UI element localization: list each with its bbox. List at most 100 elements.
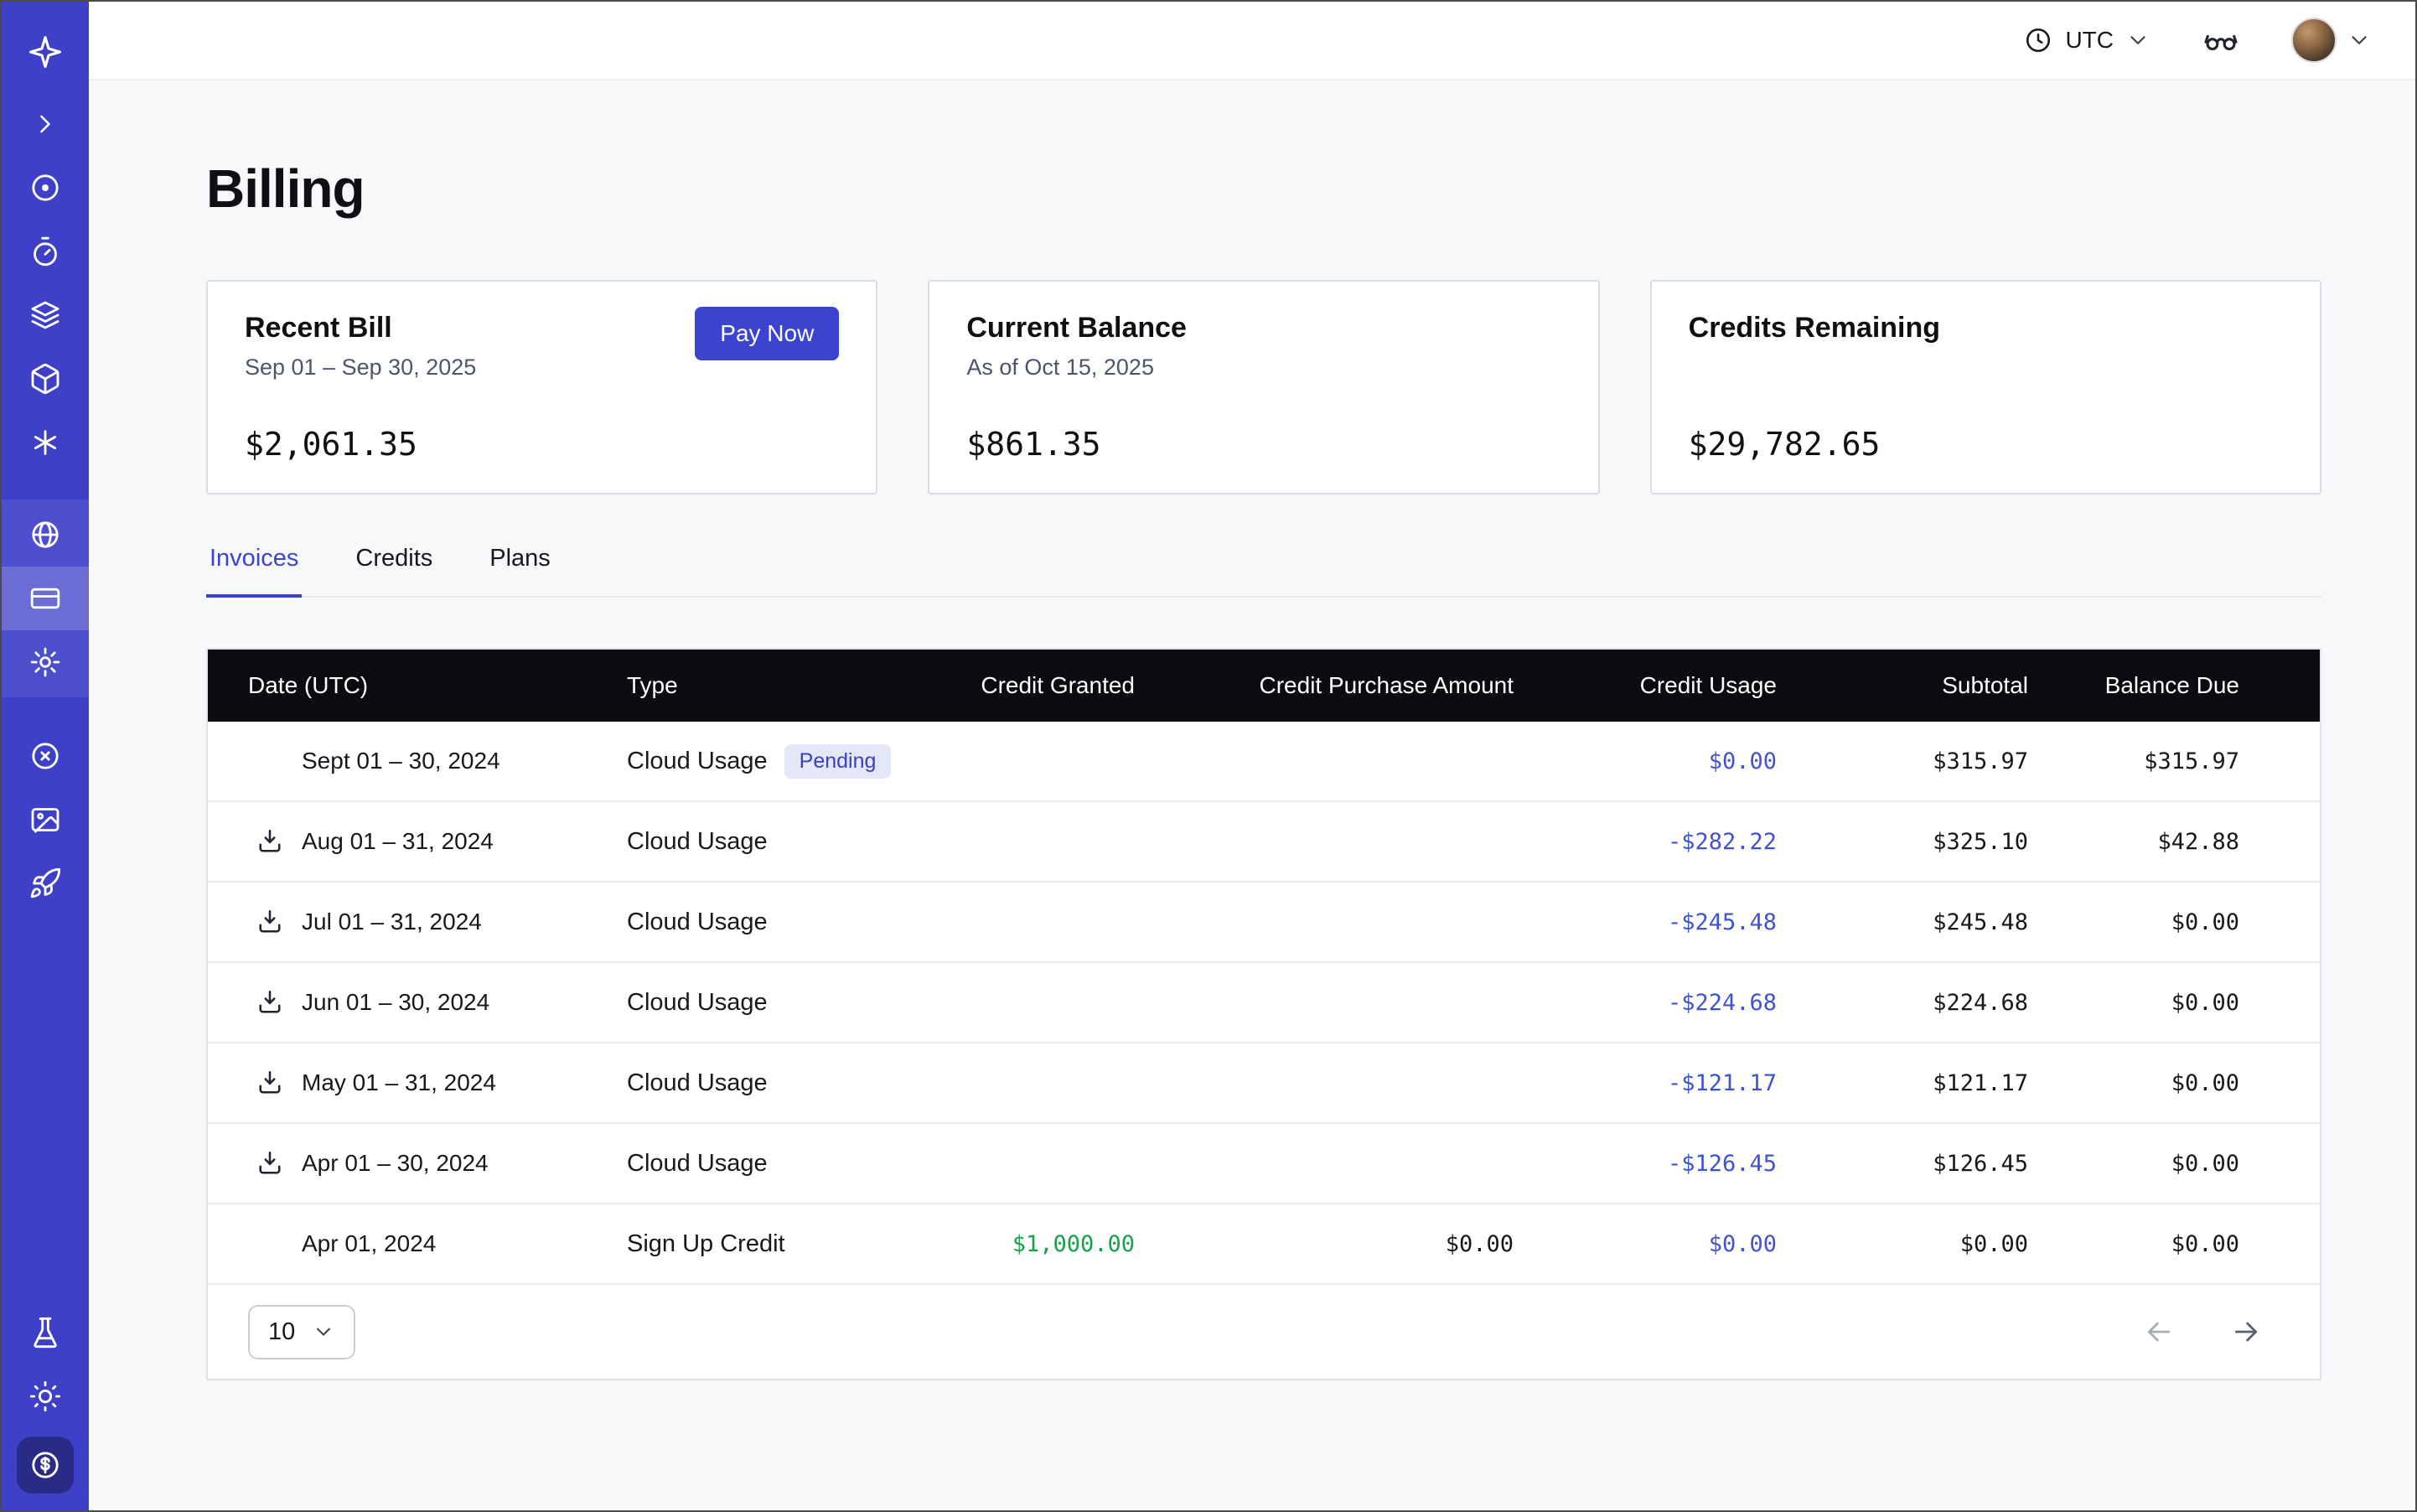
app-window: UTC Billing Recent Bill Sep 01 – Sep 30,… bbox=[0, 0, 2417, 1512]
package-icon bbox=[28, 362, 62, 396]
invoice-date: Apr 01 – 30, 2024 bbox=[302, 1150, 489, 1177]
download-invoice-button[interactable] bbox=[255, 907, 285, 937]
subtotal-value: $245.48 bbox=[1777, 909, 2028, 935]
sidebar-item-labs[interactable] bbox=[15, 1302, 75, 1363]
table-row: Apr 01 – 30, 2024 Cloud Usage -$126.45 $… bbox=[208, 1124, 2320, 1204]
sidebar-item-stopped[interactable] bbox=[15, 726, 75, 786]
chevron-down-icon bbox=[2347, 28, 2372, 53]
credit-usage-value: $0.00 bbox=[1514, 1231, 1777, 1257]
sidebar-item-settings[interactable] bbox=[2, 630, 89, 694]
sidebar-billing-group bbox=[2, 500, 89, 697]
card-title: Current Balance bbox=[966, 312, 1187, 344]
page-size-value: 10 bbox=[268, 1318, 295, 1346]
invoice-date: May 01 – 31, 2024 bbox=[302, 1069, 496, 1096]
invoice-type: Cloud Usage bbox=[627, 748, 768, 775]
sidebar-item-billing[interactable] bbox=[2, 567, 89, 630]
pagination bbox=[2142, 1315, 2280, 1349]
download-invoice-button[interactable] bbox=[255, 1068, 285, 1098]
page-title: Billing bbox=[206, 158, 2321, 220]
table-row: Sept 01 – 30, 2024 Cloud Usage Pending $… bbox=[208, 722, 2320, 802]
subtotal-value: $126.45 bbox=[1777, 1151, 2028, 1177]
table-footer: 10 bbox=[208, 1285, 2320, 1379]
balance-due-value: $0.00 bbox=[2028, 990, 2320, 1016]
glasses-icon bbox=[2202, 22, 2239, 59]
balance-due-value: $315.97 bbox=[2028, 748, 2320, 774]
previous-page-button[interactable] bbox=[2142, 1315, 2176, 1349]
asterisk-icon bbox=[28, 426, 62, 459]
credit-usage-value: $0.00 bbox=[1514, 748, 1777, 774]
invoice-type: Cloud Usage bbox=[627, 828, 768, 856]
table-row: Jul 01 – 31, 2024 Cloud Usage -$245.48 $… bbox=[208, 883, 2320, 963]
balance-due-value: $0.00 bbox=[2028, 1231, 2320, 1257]
download-invoice-button[interactable] bbox=[255, 987, 285, 1017]
next-page-button[interactable] bbox=[2229, 1315, 2263, 1349]
billing-tabs: Invoices Credits Plans bbox=[206, 545, 2321, 598]
logo-sparkle-icon[interactable] bbox=[15, 22, 75, 82]
sun-icon bbox=[28, 1380, 62, 1413]
account-menu[interactable] bbox=[2291, 18, 2372, 63]
credit-usage-value: -$282.22 bbox=[1514, 829, 1777, 855]
invoice-date: Jul 01 – 31, 2024 bbox=[302, 909, 482, 935]
invoice-date: Aug 01 – 31, 2024 bbox=[302, 828, 494, 855]
invoice-date: Sept 01 – 30, 2024 bbox=[302, 748, 500, 774]
topbar: UTC bbox=[89, 2, 2415, 80]
table-row: Jun 01 – 30, 2024 Cloud Usage -$224.68 $… bbox=[208, 963, 2320, 1043]
invoice-type: Cloud Usage bbox=[627, 909, 768, 936]
timezone-selector[interactable]: UTC bbox=[2023, 25, 2150, 55]
invoices-table-header: Date (UTC) Type Credit Granted Credit Pu… bbox=[208, 650, 2320, 722]
download-invoice-button[interactable] bbox=[255, 1148, 285, 1178]
current-balance-amount: $861.35 bbox=[966, 426, 1560, 463]
tab-invoices[interactable]: Invoices bbox=[206, 545, 302, 598]
table-row: Aug 01 – 31, 2024 Cloud Usage -$282.22 $… bbox=[208, 802, 2320, 883]
tab-credits[interactable]: Credits bbox=[352, 545, 436, 598]
tab-plans[interactable]: Plans bbox=[486, 545, 554, 598]
invoice-type: Cloud Usage bbox=[627, 1069, 768, 1097]
status-badge: Pending bbox=[784, 744, 892, 779]
reader-mode-button[interactable] bbox=[2197, 17, 2244, 64]
column-header: Credit Usage bbox=[1514, 672, 1777, 699]
column-header: Credit Purchase Amount bbox=[1135, 672, 1514, 699]
sidebar-item-usage[interactable] bbox=[2, 503, 89, 567]
current-balance-card: Current Balance As of Oct 15, 2025 $861.… bbox=[928, 280, 1599, 495]
pay-now-button[interactable]: Pay Now bbox=[695, 307, 839, 360]
page-size-select[interactable]: 10 bbox=[248, 1305, 355, 1359]
credits-quick-button[interactable] bbox=[17, 1437, 74, 1494]
invoice-type: Cloud Usage bbox=[627, 989, 768, 1017]
credit-usage-value: -$245.48 bbox=[1514, 909, 1777, 935]
sidebar-item-launch[interactable] bbox=[15, 853, 75, 914]
circle-x-icon bbox=[28, 739, 62, 773]
invoice-rows: Sept 01 – 30, 2024 Cloud Usage Pending $… bbox=[208, 722, 2320, 1285]
layers-icon bbox=[28, 298, 62, 332]
clock-icon bbox=[2023, 25, 2053, 55]
invoices-table: Date (UTC) Type Credit Granted Credit Pu… bbox=[206, 648, 2321, 1380]
subtotal-value: $224.68 bbox=[1777, 990, 2028, 1016]
column-header: Date (UTC) bbox=[208, 672, 627, 699]
column-header: Subtotal bbox=[1777, 672, 2028, 699]
subtotal-value: $315.97 bbox=[1777, 748, 2028, 774]
column-header: Balance Due bbox=[2028, 672, 2320, 699]
card-subtitle: Sep 01 – Sep 30, 2025 bbox=[245, 355, 476, 381]
theme-toggle-button[interactable] bbox=[15, 1366, 75, 1427]
card-title: Credits Remaining bbox=[1689, 312, 1940, 344]
sidebar-item-package[interactable] bbox=[15, 349, 75, 409]
sidebar-item-images[interactable] bbox=[15, 790, 75, 850]
invoice-date: Jun 01 – 30, 2024 bbox=[302, 989, 489, 1016]
balance-due-value: $42.88 bbox=[2028, 829, 2320, 855]
sidebar-item-disc[interactable] bbox=[15, 158, 75, 218]
column-header: Credit Granted bbox=[912, 672, 1135, 699]
recent-bill-card: Recent Bill Sep 01 – Sep 30, 2025 Pay No… bbox=[206, 280, 877, 495]
credit-granted-value: $1,000.00 bbox=[912, 1231, 1135, 1257]
rocket-icon bbox=[28, 867, 62, 900]
sidebar-item-asterisk[interactable] bbox=[15, 412, 75, 473]
credit-usage-value: -$224.68 bbox=[1514, 990, 1777, 1016]
sidebar-collapse-button[interactable] bbox=[15, 94, 75, 154]
chevron-down-icon bbox=[312, 1320, 335, 1344]
balance-due-value: $0.00 bbox=[2028, 1070, 2320, 1096]
credit-usage-value: -$126.45 bbox=[1514, 1151, 1777, 1177]
sidebar-item-timer[interactable] bbox=[15, 221, 75, 282]
globe-icon bbox=[28, 518, 62, 551]
sidebar-item-layers[interactable] bbox=[15, 285, 75, 345]
card-subtitle: As of Oct 15, 2025 bbox=[966, 355, 1187, 381]
download-invoice-button[interactable] bbox=[255, 826, 285, 857]
balance-due-value: $0.00 bbox=[2028, 1151, 2320, 1177]
